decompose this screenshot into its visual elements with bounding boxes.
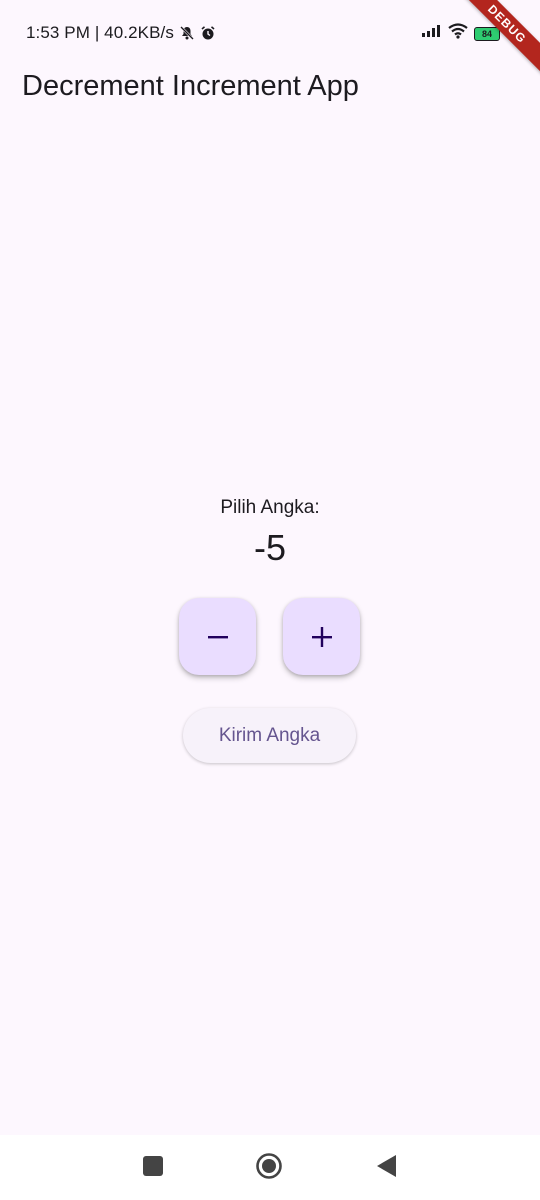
status-left: 1:53 PM | 40.2KB/s [26, 23, 216, 43]
send-number-button[interactable]: Kirim Angka [183, 708, 356, 763]
mute-bell-icon [179, 25, 195, 41]
app-bar-title: Decrement Increment App [22, 70, 359, 102]
decrement-button[interactable] [179, 598, 256, 675]
counter-label: Pilih Angka: [220, 497, 320, 518]
triangle-back-icon [375, 1154, 397, 1183]
counter-value: -5 [253, 527, 286, 568]
home-button[interactable] [256, 1152, 282, 1181]
plus-icon [311, 626, 333, 648]
battery-indicator: 84 [474, 26, 500, 41]
square-icon [142, 1155, 164, 1182]
wifi-icon [448, 23, 468, 44]
alarm-icon [200, 25, 216, 41]
minus-icon [207, 626, 229, 648]
signal-icon [422, 24, 442, 43]
status-right: 84 [422, 23, 500, 44]
app-screen: 1:53 PM | 40.2KB/s 84 DEBUG Decrement In… [0, 0, 540, 1200]
status-time-network: 1:53 PM | 40.2KB/s [26, 23, 174, 42]
system-nav-bar [0, 1135, 540, 1200]
increment-button[interactable] [283, 598, 360, 675]
back-button[interactable] [373, 1154, 399, 1183]
status-bar: 1:53 PM | 40.2KB/s 84 [0, 0, 540, 66]
recents-button[interactable] [140, 1155, 166, 1181]
circle-icon [255, 1152, 283, 1185]
